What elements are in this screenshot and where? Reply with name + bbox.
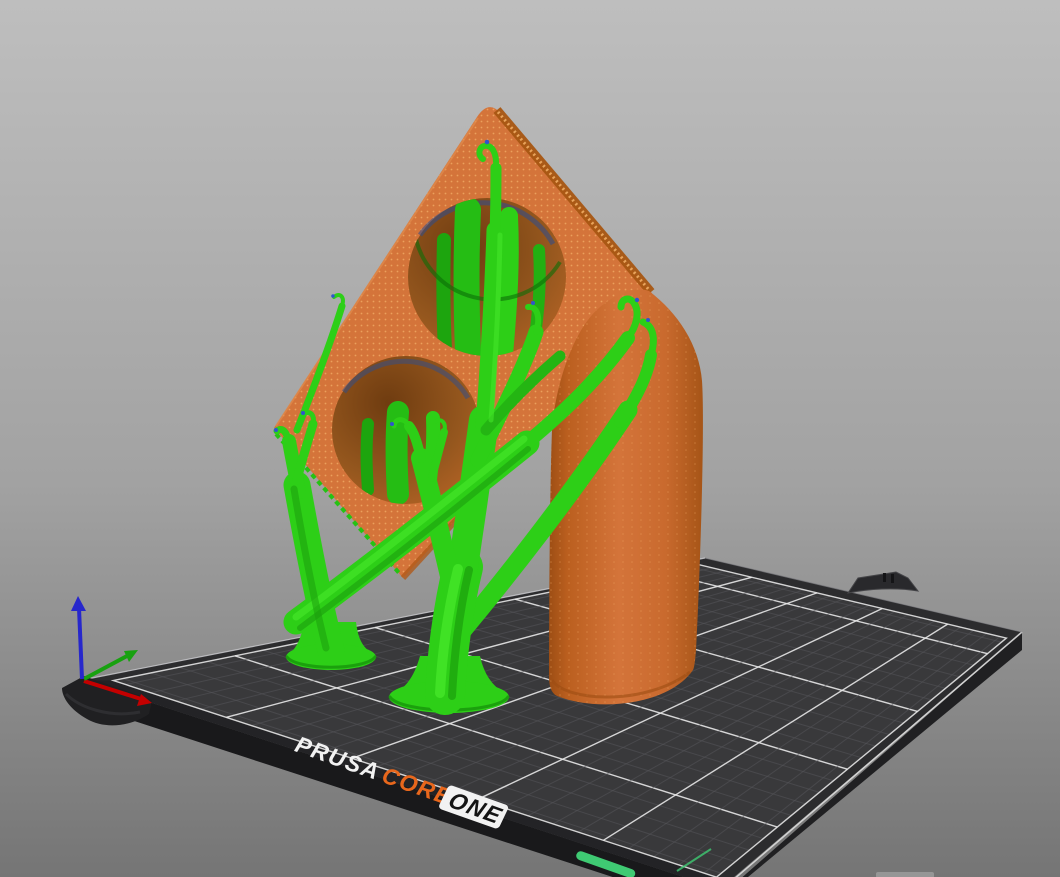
back-tab-notch	[891, 574, 894, 583]
scene-canvas[interactable]: PRUSA CORE ONE	[0, 0, 1060, 877]
support-branch	[489, 162, 502, 241]
bottom-panel-edge[interactable]	[876, 872, 934, 877]
back-tab-notch	[883, 573, 886, 582]
viewport-3d[interactable]: PRUSA CORE ONE	[0, 0, 1060, 877]
